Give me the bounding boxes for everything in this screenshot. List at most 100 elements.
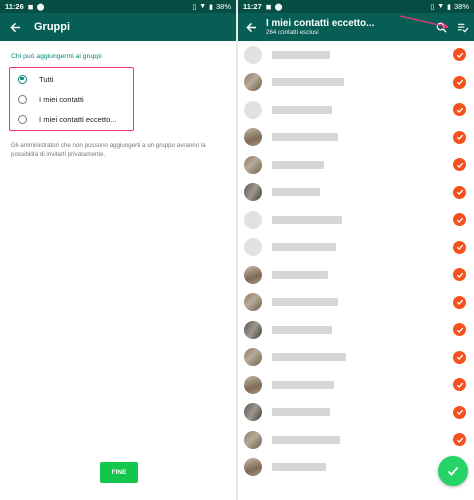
avatar [244,320,262,339]
avatar [244,293,262,312]
avatar [244,458,262,477]
excluded-check-icon[interactable] [453,405,466,419]
contact-name-blurred [272,380,334,389]
excluded-check-icon[interactable] [453,103,466,117]
avatar [244,430,262,449]
contact-name-blurred [272,298,338,307]
option-everyone[interactable]: Tutti [10,69,133,89]
notification-icon: ◼ [265,3,272,11]
contact-name-blurred [272,105,332,114]
notification-icon: ◼ [27,3,34,11]
section-label: Chi può aggiungermi ai gruppi [11,53,102,60]
wifi-icon: ▼ [199,3,207,10]
contact-name-blurred [272,435,340,444]
list-item[interactable] [238,234,474,262]
list-item[interactable] [238,124,474,152]
avatar [244,128,262,147]
option-label: I miei contatti [39,94,84,104]
page-title: Gruppi [34,21,71,33]
option-label: I miei contatti eccetto... [39,114,117,124]
contact-name-blurred [272,133,338,142]
list-item[interactable] [238,261,474,289]
option-my-contacts-except[interactable]: I miei contatti eccetto... [10,109,133,129]
option-label: Tutti [39,74,54,84]
done-button[interactable]: FINE [100,462,138,483]
excluded-check-icon[interactable] [453,378,466,392]
list-item[interactable] [238,206,474,234]
avatar [244,348,262,367]
info-text: Gli amministratori che non possono aggiu… [11,142,206,158]
android-icon: ⬤ [36,3,45,11]
excluded-check-icon[interactable] [453,240,466,254]
contact-name-blurred [272,160,324,169]
radio-button-selected[interactable] [18,74,27,84]
contacts-list [238,41,474,481]
groups-settings-screen: 11:26 ◼ ⬤ ▯ ▼ ▮ 38% Gruppi Chi può aggiu… [0,0,236,500]
vibrate-icon: ▯ [192,3,197,11]
list-item[interactable] [238,371,474,399]
list-item[interactable] [238,69,474,97]
list-item[interactable] [238,41,474,69]
battery-icon: ▮ [209,3,213,11]
status-time: 11:26 [5,2,24,11]
option-my-contacts[interactable]: I miei contatti [10,89,133,109]
back-arrow-icon[interactable] [8,20,22,34]
contact-name-blurred [272,50,330,59]
title-block: I miei contatti eccetto... 264 contatti … [266,18,374,36]
battery-level: 38% [453,2,469,11]
excluded-check-icon[interactable] [453,295,466,309]
list-item[interactable] [238,96,474,124]
radio-button[interactable] [18,94,27,104]
contact-name-blurred [272,463,326,472]
excluded-count: 264 contatti esclusi [266,29,319,37]
page-title: I miei contatti eccetto... [266,17,375,29]
contacts-exclude-screen: 11:27 ◼ ⬤ ▯ ▼ ▮ 38% I miei contatti ecce… [238,0,474,500]
excluded-check-icon[interactable] [453,75,466,89]
status-time: 11:27 [243,2,262,11]
excluded-check-icon[interactable] [453,323,466,337]
battery-icon: ▮ [447,3,451,11]
avatar [244,265,262,284]
list-item[interactable] [238,179,474,207]
radio-button[interactable] [18,114,27,124]
search-icon[interactable] [436,20,447,38]
screenshot-root: 11:26 ◼ ⬤ ▯ ▼ ▮ 38% Gruppi Chi può aggiu… [0,0,474,500]
list-item[interactable] [238,344,474,372]
list-item[interactable] [238,316,474,344]
app-bar: I miei contatti eccetto... 264 contatti … [238,13,474,41]
excluded-check-icon[interactable] [453,350,466,364]
contact-name-blurred [272,408,330,417]
avatar [244,210,262,229]
avatar [244,375,262,394]
excluded-check-icon[interactable] [453,158,466,172]
checkmark-icon [447,466,459,476]
contact-name-blurred [272,243,336,252]
avatar [244,155,262,174]
avatar [244,45,262,64]
confirm-fab[interactable] [438,456,468,486]
excluded-check-icon[interactable] [453,130,466,144]
contact-name-blurred [272,270,328,279]
excluded-check-icon[interactable] [453,268,466,282]
contact-name-blurred [272,188,320,197]
status-bar: 11:27 ◼ ⬤ ▯ ▼ ▮ 38% [238,0,474,13]
contact-name-blurred [272,78,344,87]
avatar [244,100,262,119]
vibrate-icon: ▯ [430,3,435,11]
wifi-icon: ▼ [437,3,445,10]
avatar [244,183,262,202]
contact-name-blurred [272,325,332,334]
select-all-icon[interactable] [457,20,469,38]
list-item[interactable] [238,426,474,454]
avatar [244,403,262,422]
android-icon: ⬤ [274,3,283,11]
list-item[interactable] [238,399,474,427]
list-item[interactable] [238,151,474,179]
contact-name-blurred [272,353,346,362]
excluded-check-icon[interactable] [453,433,466,447]
list-item[interactable] [238,289,474,317]
excluded-check-icon[interactable] [453,48,466,62]
excluded-check-icon[interactable] [453,185,466,199]
excluded-check-icon[interactable] [453,213,466,227]
back-arrow-icon[interactable] [244,20,258,34]
